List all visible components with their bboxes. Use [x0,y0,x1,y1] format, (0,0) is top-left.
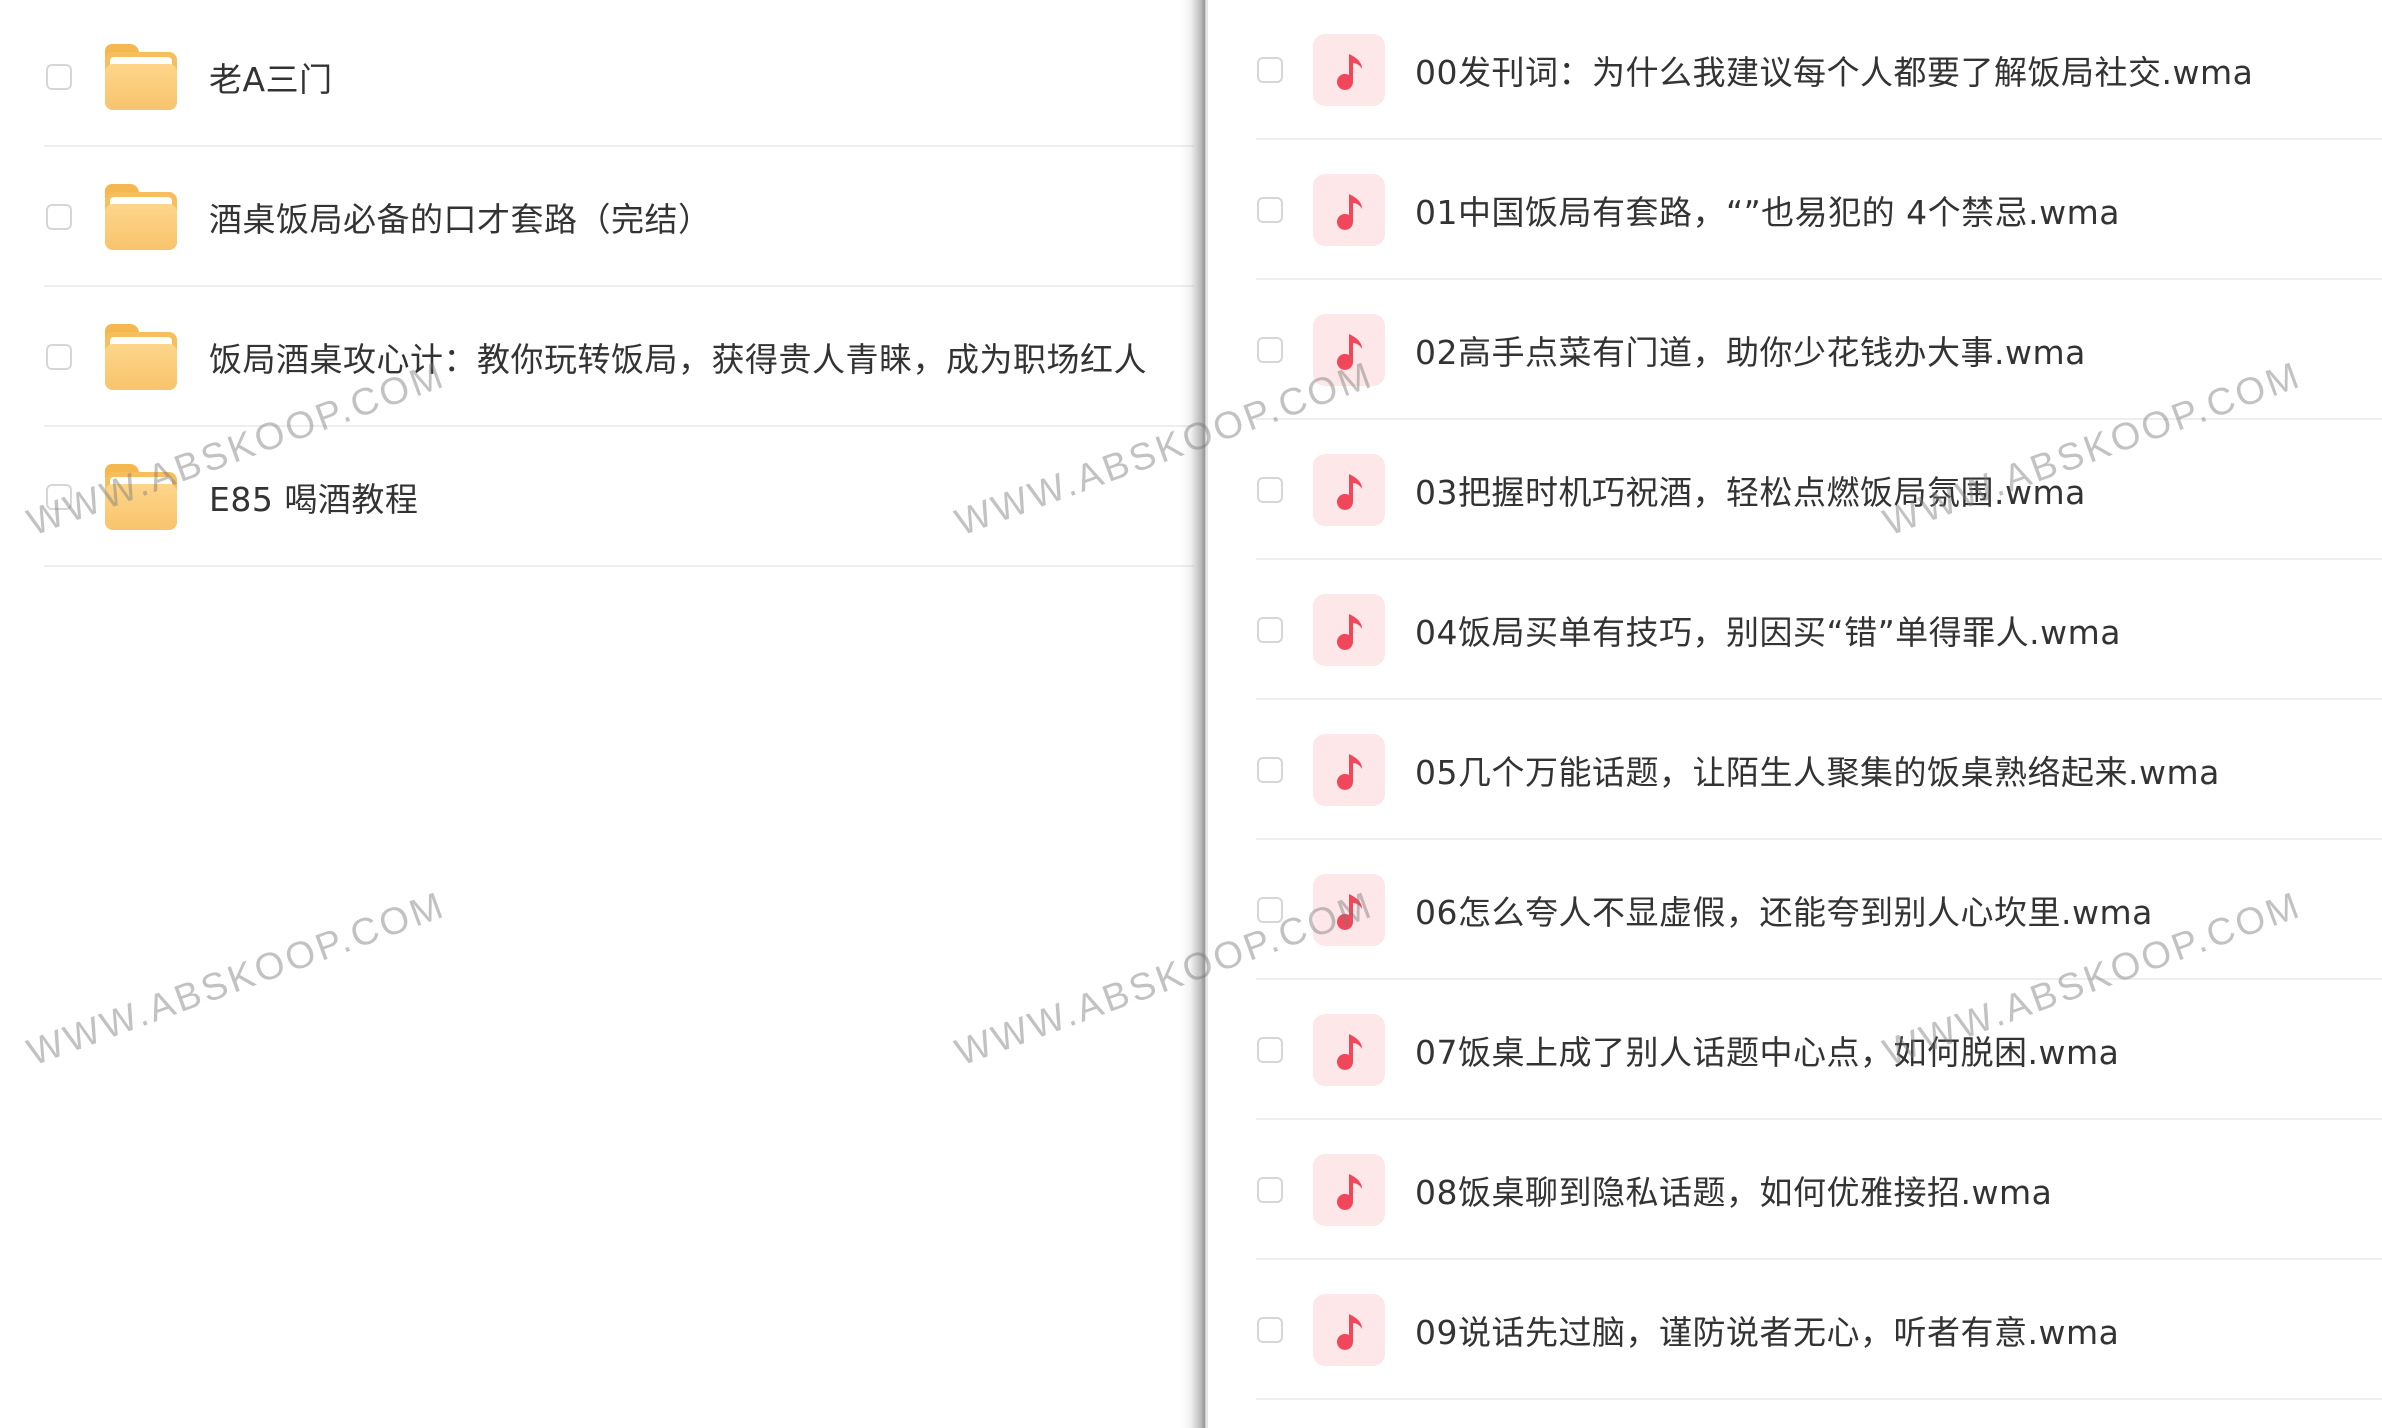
music-file-icon [1313,34,1385,106]
row-checkbox[interactable] [46,204,72,230]
row-checkbox[interactable] [46,344,72,370]
left-folder-panel: 老A三门 酒桌饭局必备的口才套路（完结） 饭局酒桌攻心计：教你玩转饭局，获得贵人… [0,0,1194,1428]
file-row[interactable]: 06怎么夸人不显虚假，还能夸到别人心坎里.wma [1256,840,2382,980]
row-checkbox[interactable] [1257,477,1283,503]
row-checkbox[interactable] [1257,57,1283,83]
file-name[interactable]: 01中国饭局有套路，“”也易犯的 4个禁忌.wma [1415,186,2120,234]
music-file-icon [1313,734,1385,806]
file-row[interactable]: 00发刊词：为什么我建议每个人都要了解饭局社交.wma [1256,0,2382,140]
row-checkbox[interactable] [1257,197,1283,223]
file-row[interactable]: 04饭局买单有技巧，别因买“错”单得罪人.wma [1256,560,2382,700]
file-name[interactable]: 04饭局买单有技巧，别因买“错”单得罪人.wma [1415,606,2121,654]
file-name[interactable]: 02高手点菜有门道，助你少花钱办大事.wma [1415,326,2086,374]
file-name[interactable]: 06怎么夸人不显虚假，还能夸到别人心坎里.wma [1415,886,2153,934]
file-name[interactable]: 00发刊词：为什么我建议每个人都要了解饭局社交.wma [1415,46,2253,94]
row-checkbox[interactable] [1257,617,1283,643]
folder-row[interactable]: E85 喝酒教程 [44,427,1194,567]
row-checkbox[interactable] [46,484,72,510]
folder-icon [105,324,177,390]
music-file-icon [1313,594,1385,666]
folder-name[interactable]: 酒桌饭局必备的口才套路（完结） [209,193,712,241]
file-name[interactable]: 03把握时机巧祝酒，轻松点燃饭局氛围.wma [1415,466,2086,514]
file-name[interactable]: 09说话先过脑，谨防说者无心，听者有意.wma [1415,1306,2119,1354]
music-file-icon [1313,1294,1385,1366]
folder-row[interactable]: 饭局酒桌攻心计：教你玩转饭局，获得贵人青睐，成为职场红人 [44,287,1194,427]
music-file-icon [1313,454,1385,526]
file-name[interactable]: 08饭桌聊到隐私话题，如何优雅接招.wma [1415,1166,2052,1214]
row-checkbox[interactable] [1257,757,1283,783]
file-name[interactable]: 07饭桌上成了别人话题中心点，如何脱困.wma [1415,1026,2119,1074]
music-file-icon [1313,314,1385,386]
row-checkbox[interactable] [46,64,72,90]
folder-name[interactable]: 老A三门 [209,53,333,101]
folder-row[interactable]: 老A三门 [44,7,1194,147]
row-checkbox[interactable] [1257,1317,1283,1343]
file-browser-screenshot: 老A三门 酒桌饭局必备的口才套路（完结） 饭局酒桌攻心计：教你玩转饭局，获得贵人… [0,0,2382,1428]
file-name[interactable]: 05几个万能话题，让陌生人聚集的饭桌熟络起来.wma [1415,746,2220,794]
folder-row[interactable]: 酒桌饭局必备的口才套路（完结） [44,147,1194,287]
music-file-icon [1313,174,1385,246]
music-file-icon [1313,1154,1385,1226]
row-checkbox[interactable] [1257,1177,1283,1203]
file-row[interactable]: 08饭桌聊到隐私话题，如何优雅接招.wma [1256,1120,2382,1260]
folder-icon [105,464,177,530]
file-row[interactable]: 09说话先过脑，谨防说者无心，听者有意.wma [1256,1260,2382,1400]
file-row[interactable]: 01中国饭局有套路，“”也易犯的 4个禁忌.wma [1256,140,2382,280]
folder-icon [105,44,177,110]
music-file-icon [1313,874,1385,946]
row-checkbox[interactable] [1257,1037,1283,1063]
row-checkbox[interactable] [1257,337,1283,363]
file-row[interactable]: 02高手点菜有门道，助你少花钱办大事.wma [1256,280,2382,420]
file-row[interactable]: 07饭桌上成了别人话题中心点，如何脱困.wma [1256,980,2382,1120]
file-row[interactable]: 05几个万能话题，让陌生人聚集的饭桌熟络起来.wma [1256,700,2382,840]
file-row[interactable]: 03把握时机巧祝酒，轻松点燃饭局氛围.wma [1256,420,2382,560]
music-file-icon [1313,1014,1385,1086]
folder-icon [105,184,177,250]
folder-name[interactable]: E85 喝酒教程 [209,473,418,521]
row-checkbox[interactable] [1257,897,1283,923]
folder-name[interactable]: 饭局酒桌攻心计：教你玩转饭局，获得贵人青睐，成为职场红人 [209,333,1147,381]
